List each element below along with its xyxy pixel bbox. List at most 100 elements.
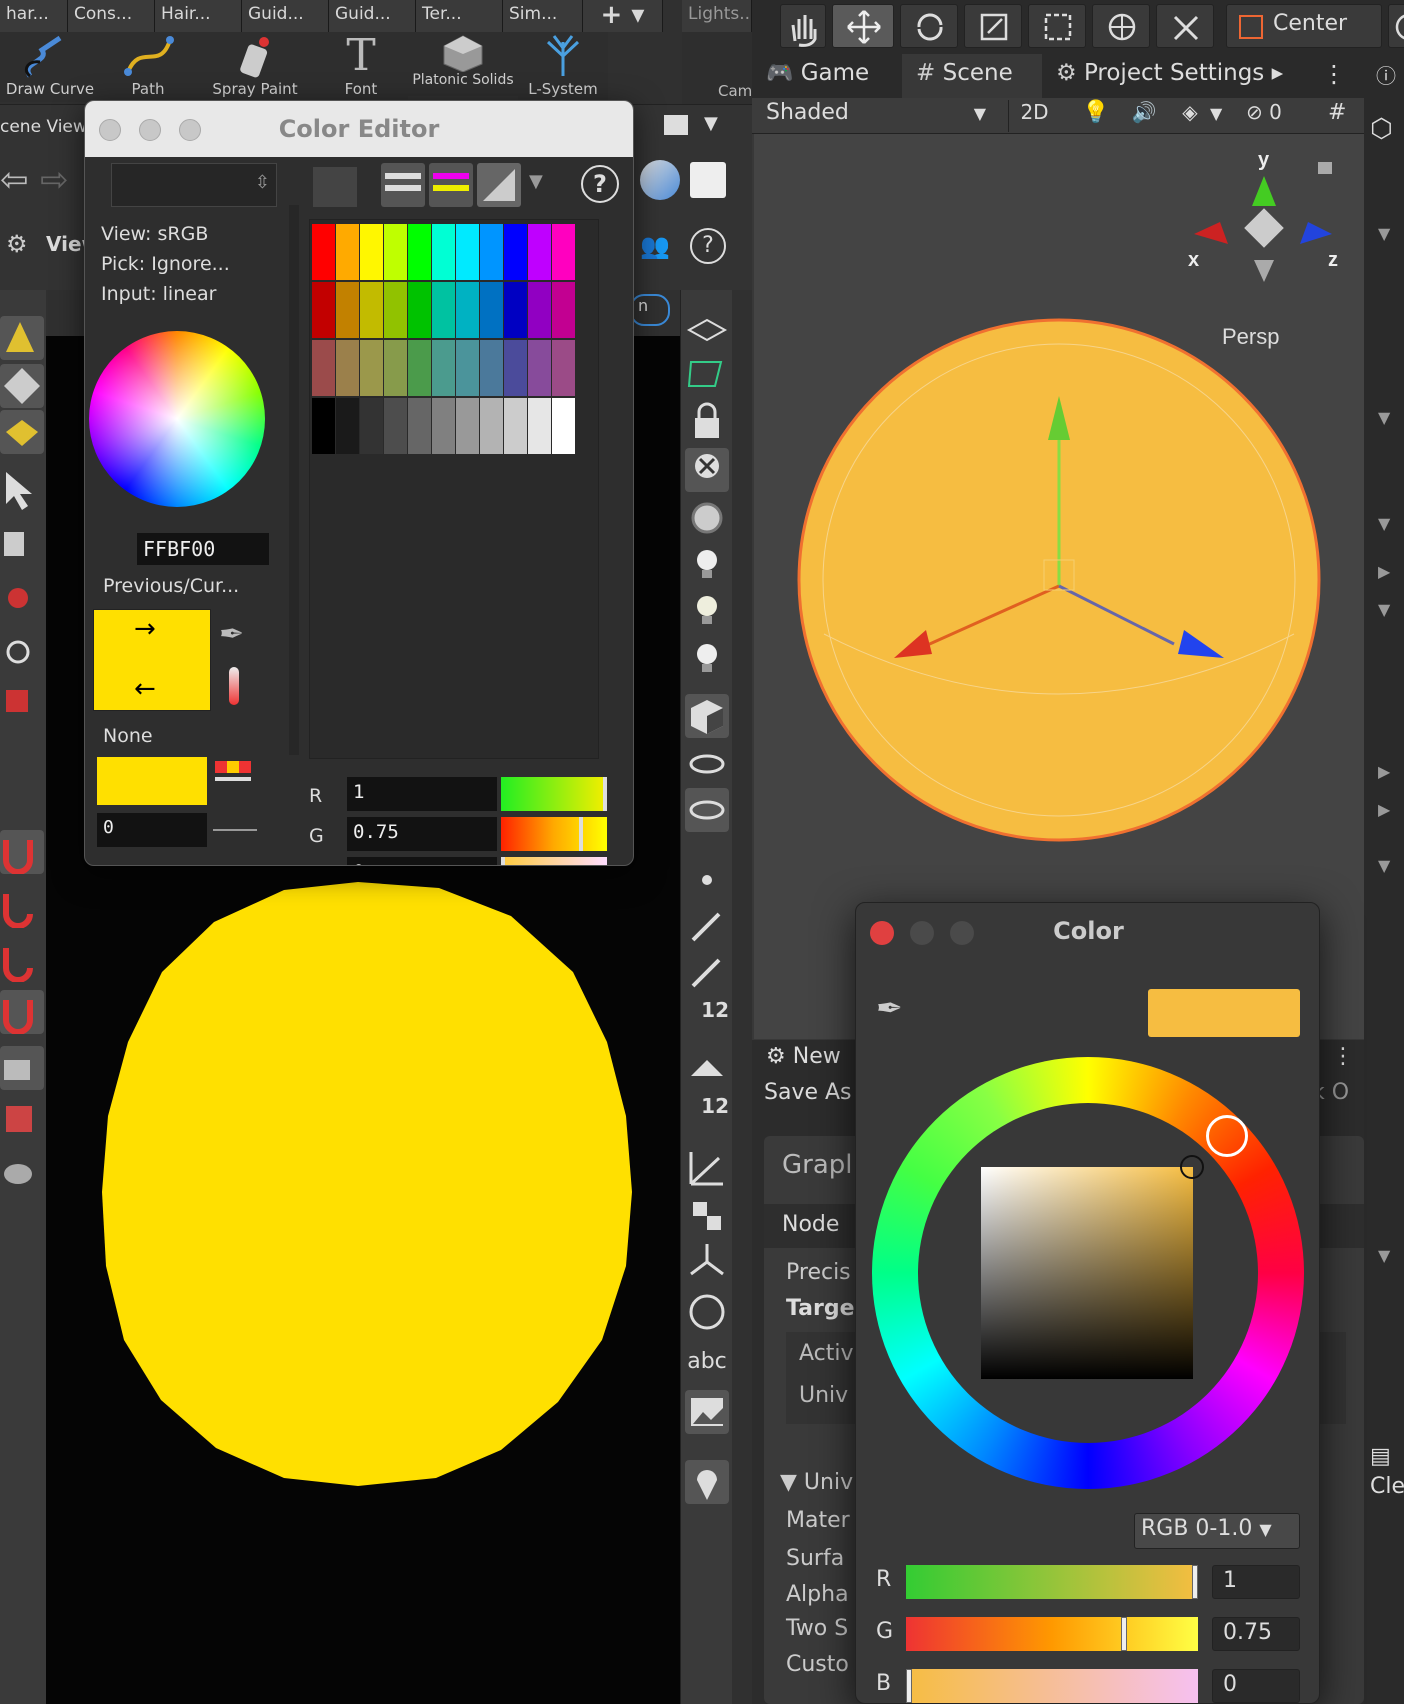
rotate-icon[interactable]	[0, 630, 44, 674]
color-mode-dropdown[interactable]: RGB 0-1.0 ▼	[1134, 1513, 1300, 1549]
palette-swatch[interactable]	[336, 282, 359, 338]
hand-tool-icon[interactable]	[780, 4, 826, 48]
palette-select[interactable]: ⇳	[111, 163, 277, 207]
shelf-tab-4[interactable]: Guid...	[242, 0, 329, 32]
foldout-icon-2[interactable]: ▼	[1378, 408, 1390, 427]
channel-r-slider[interactable]	[501, 777, 607, 811]
palette-swatch[interactable]	[408, 398, 431, 454]
channel-b-thumb[interactable]	[906, 1669, 912, 1703]
prim-numbers-icon[interactable]: 12	[685, 1094, 729, 1138]
foldout-icon-9[interactable]: ▼	[1378, 1246, 1390, 1265]
foldout-icon-5[interactable]: ▼	[1378, 600, 1390, 619]
normals-icon[interactable]	[685, 1146, 729, 1190]
channel-b-field[interactable]: 0	[347, 857, 497, 865]
palette-swatch[interactable]	[528, 340, 551, 396]
move-tool-icon[interactable]	[832, 4, 894, 48]
none-swatch[interactable]	[97, 757, 207, 805]
help-icon[interactable]: ?	[690, 228, 726, 264]
handle-icon[interactable]	[0, 522, 44, 566]
magnet-icon-1[interactable]	[0, 830, 44, 874]
image-icon[interactable]	[685, 1390, 729, 1434]
palette-swatch[interactable]	[336, 398, 359, 454]
lock-icon[interactable]	[1318, 162, 1332, 174]
pane-menu-icon[interactable]: ▼	[704, 113, 718, 134]
console-label[interactable]: Cle	[1370, 1474, 1404, 1499]
display-geo-icon[interactable]	[685, 308, 729, 352]
foldout-icon-6[interactable]: ▶	[1378, 762, 1390, 781]
shading-dropdown[interactable]: Shaded ▼	[760, 100, 992, 132]
tab-game[interactable]: 🎮 Game	[752, 54, 902, 98]
bulb-icon-3[interactable]	[685, 636, 729, 680]
bulb-icon-1[interactable]	[685, 542, 729, 586]
shelf-tab-7[interactable]: Sim...	[503, 0, 583, 32]
shelf-tab-1[interactable]: har...	[0, 0, 68, 32]
shelf-tool-path[interactable]: Path	[100, 32, 196, 102]
hidden-objects-toggle[interactable]: ⊘ 0	[1246, 100, 1318, 132]
visibility-icon-1[interactable]	[685, 742, 729, 786]
global-icon[interactable]	[1388, 4, 1404, 48]
brush-icon-2[interactable]	[685, 950, 729, 994]
rotate-tool-icon[interactable]	[900, 4, 958, 48]
palette-swatch[interactable]	[504, 340, 527, 396]
shelf-tool-font[interactable]: T Font	[314, 32, 408, 102]
headlight-icon[interactable]	[685, 496, 729, 540]
slider-mode-icon-1[interactable]	[381, 163, 425, 207]
foldout-icon-7[interactable]: ▶	[1378, 800, 1390, 819]
magnet-icon-3[interactable]	[0, 938, 44, 982]
palette-swatch[interactable]	[384, 398, 407, 454]
palette-swatch[interactable]	[408, 282, 431, 338]
palette-swatch[interactable]	[312, 282, 335, 338]
cam-shelf[interactable]: Cam	[682, 32, 752, 104]
users-icon[interactable]: 👥	[640, 232, 670, 260]
swatch-menu-icon[interactable]	[215, 761, 253, 795]
shelf-tab-5[interactable]: Guid...	[329, 0, 416, 32]
camera-icon[interactable]	[0, 1046, 44, 1090]
transform-tool-icon[interactable]	[1092, 4, 1150, 48]
channel-g-field[interactable]: 0.75	[1212, 1617, 1300, 1651]
input-value[interactable]: linear	[163, 283, 217, 305]
saturation-value-square[interactable]	[981, 1167, 1193, 1379]
handle-tool-icon[interactable]	[0, 364, 44, 408]
palette-swatch[interactable]	[480, 282, 503, 338]
palette-swatch[interactable]	[480, 398, 503, 454]
palette-swatch[interactable]	[360, 282, 383, 338]
channel-g-field[interactable]: 0.75	[347, 817, 497, 851]
palette-swatch[interactable]	[504, 282, 527, 338]
lights-tab[interactable]: Lights...	[682, 0, 752, 32]
move-icon[interactable]	[0, 576, 44, 620]
save-as-button[interactable]: Save As	[764, 1080, 852, 1105]
color-editor-titlebar[interactable]: Color Editor	[85, 101, 633, 157]
palette-swatch[interactable]	[312, 398, 335, 454]
shelf-tool-lsystem[interactable]: L-System	[518, 32, 608, 102]
foldout-icon-3[interactable]: ▼	[1378, 514, 1390, 533]
channel-g-slider[interactable]	[501, 817, 607, 851]
palette-swatch[interactable]	[552, 340, 575, 396]
channel-r-slider[interactable]	[906, 1565, 1198, 1599]
slider-mode-icon-2[interactable]	[429, 163, 473, 207]
universal-target-item[interactable]: Univ	[799, 1383, 848, 1408]
hue-handle[interactable]	[1206, 1115, 1248, 1157]
object-tool-icon[interactable]	[0, 410, 44, 454]
scene-gizmo[interactable]: y x z	[1188, 149, 1338, 282]
shelf-tab-6[interactable]: Ter...	[416, 0, 503, 32]
palette-swatch[interactable]	[360, 340, 383, 396]
tab-project-settings[interactable]: ⚙ Project Settings ▸	[1042, 54, 1306, 98]
palette-swatch[interactable]	[432, 224, 455, 280]
palette-swatch[interactable]	[360, 398, 383, 454]
effects-toggle-icon[interactable]: ◈	[1170, 100, 1210, 132]
rect-tool-icon[interactable]	[1028, 4, 1086, 48]
axis-icon[interactable]	[685, 1240, 729, 1284]
options-chevron-icon[interactable]: ▼	[529, 171, 543, 192]
minimize-icon[interactable]	[139, 119, 161, 141]
palette-swatch[interactable]	[384, 340, 407, 396]
new-button[interactable]: ⚙ New	[766, 1044, 841, 1069]
visibility-icon-2[interactable]	[685, 788, 729, 832]
view-gear-icon[interactable]: ⚙	[6, 230, 28, 258]
help-icon[interactable]: ?	[581, 165, 619, 203]
custom-tool-icon[interactable]	[1156, 4, 1214, 48]
palette-swatch[interactable]	[408, 340, 431, 396]
palette-swatch[interactable]	[480, 224, 503, 280]
palette-swatch[interactable]	[456, 398, 479, 454]
text-tool[interactable]: abc	[685, 1340, 729, 1384]
foldout-icon-8[interactable]: ▼	[1378, 856, 1390, 875]
